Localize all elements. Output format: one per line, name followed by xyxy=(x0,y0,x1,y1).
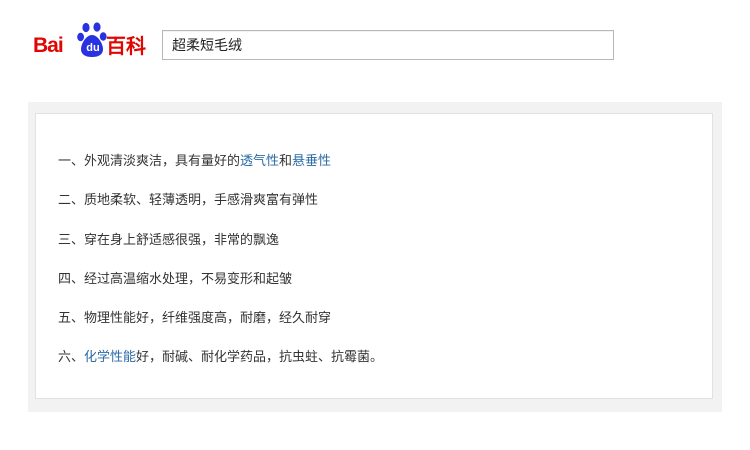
feature-text: 四、经过高温缩水处理，不易变形和起皱 xyxy=(58,271,293,287)
page: Bai du 百科 一、外观清淡爽洁，具有量好的透气性和悬垂性 二、质地柔软、轻… xyxy=(0,0,750,450)
feature-item-6: 六、化学性能好，耐碱、耐化学药品，抗虫蛀、抗霉菌。 xyxy=(58,350,383,389)
logo-text-du: du xyxy=(86,42,100,54)
logo-text-bai: Bai xyxy=(33,34,64,57)
feature-item-3: 三、穿在身上舒适感很强，非常的飘逸 xyxy=(58,233,383,272)
feature-text: 和 xyxy=(279,154,293,169)
logo-text-baike: 百科 xyxy=(106,34,146,58)
feature-item-1: 一、外观清淡爽洁，具有量好的透气性和悬垂性 xyxy=(58,154,383,193)
feature-text: 六、 xyxy=(58,350,85,366)
feature-item-4: 四、经过高温缩水处理，不易变形和起皱 xyxy=(58,272,383,311)
paw-icon xyxy=(77,22,107,57)
feature-item-2: 二、质地柔软、轻薄透明，手感滑爽富有弹性 xyxy=(58,193,383,232)
link-chemical-properties[interactable]: 化学性能 xyxy=(84,350,136,365)
link-drape[interactable]: 悬垂性 xyxy=(292,154,331,169)
feature-text: 一、外观清淡爽洁，具有量好的 xyxy=(58,154,241,169)
feature-text: 二、质地柔软、轻薄透明，手感滑爽富有弹性 xyxy=(58,193,319,209)
feature-text: 三、穿在身上舒适感很强，非常的飘逸 xyxy=(58,232,280,248)
search-input[interactable] xyxy=(162,30,614,60)
feature-text: 五、物理性能好，纤维强度高，耐磨，经久耐穿 xyxy=(58,311,332,327)
feature-list: 一、外观清淡爽洁，具有量好的透气性和悬垂性 二、质地柔软、轻薄透明，手感滑爽富有… xyxy=(58,154,383,390)
feature-item-5: 五、物理性能好，纤维强度高，耐磨，经久耐穿 xyxy=(58,311,383,350)
link-breathability[interactable]: 透气性 xyxy=(240,154,279,169)
feature-text: 好，耐碱、耐化学药品，抗虫蛀、抗霉菌。 xyxy=(136,350,384,366)
content-panel: 一、外观清淡爽洁，具有量好的透气性和悬垂性 二、质地柔软、轻薄透明，手感滑爽富有… xyxy=(28,102,722,412)
baidu-baike-logo[interactable]: Bai du 百科 xyxy=(33,22,149,62)
content-card: 一、外观清淡爽洁，具有量好的透气性和悬垂性 二、质地柔软、轻薄透明，手感滑爽富有… xyxy=(35,113,713,399)
